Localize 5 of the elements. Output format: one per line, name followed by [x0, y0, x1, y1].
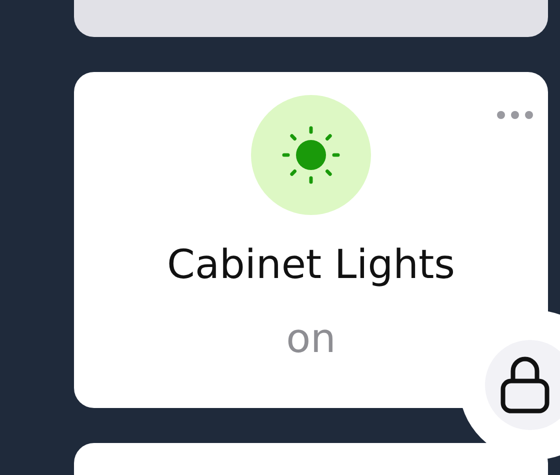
- device-card[interactable]: Cabinet Lights on: [74, 72, 548, 408]
- device-state: on: [286, 315, 336, 363]
- sun-icon: [280, 124, 342, 186]
- device-name: Cabinet Lights: [167, 241, 455, 289]
- lock-icon: [499, 355, 551, 415]
